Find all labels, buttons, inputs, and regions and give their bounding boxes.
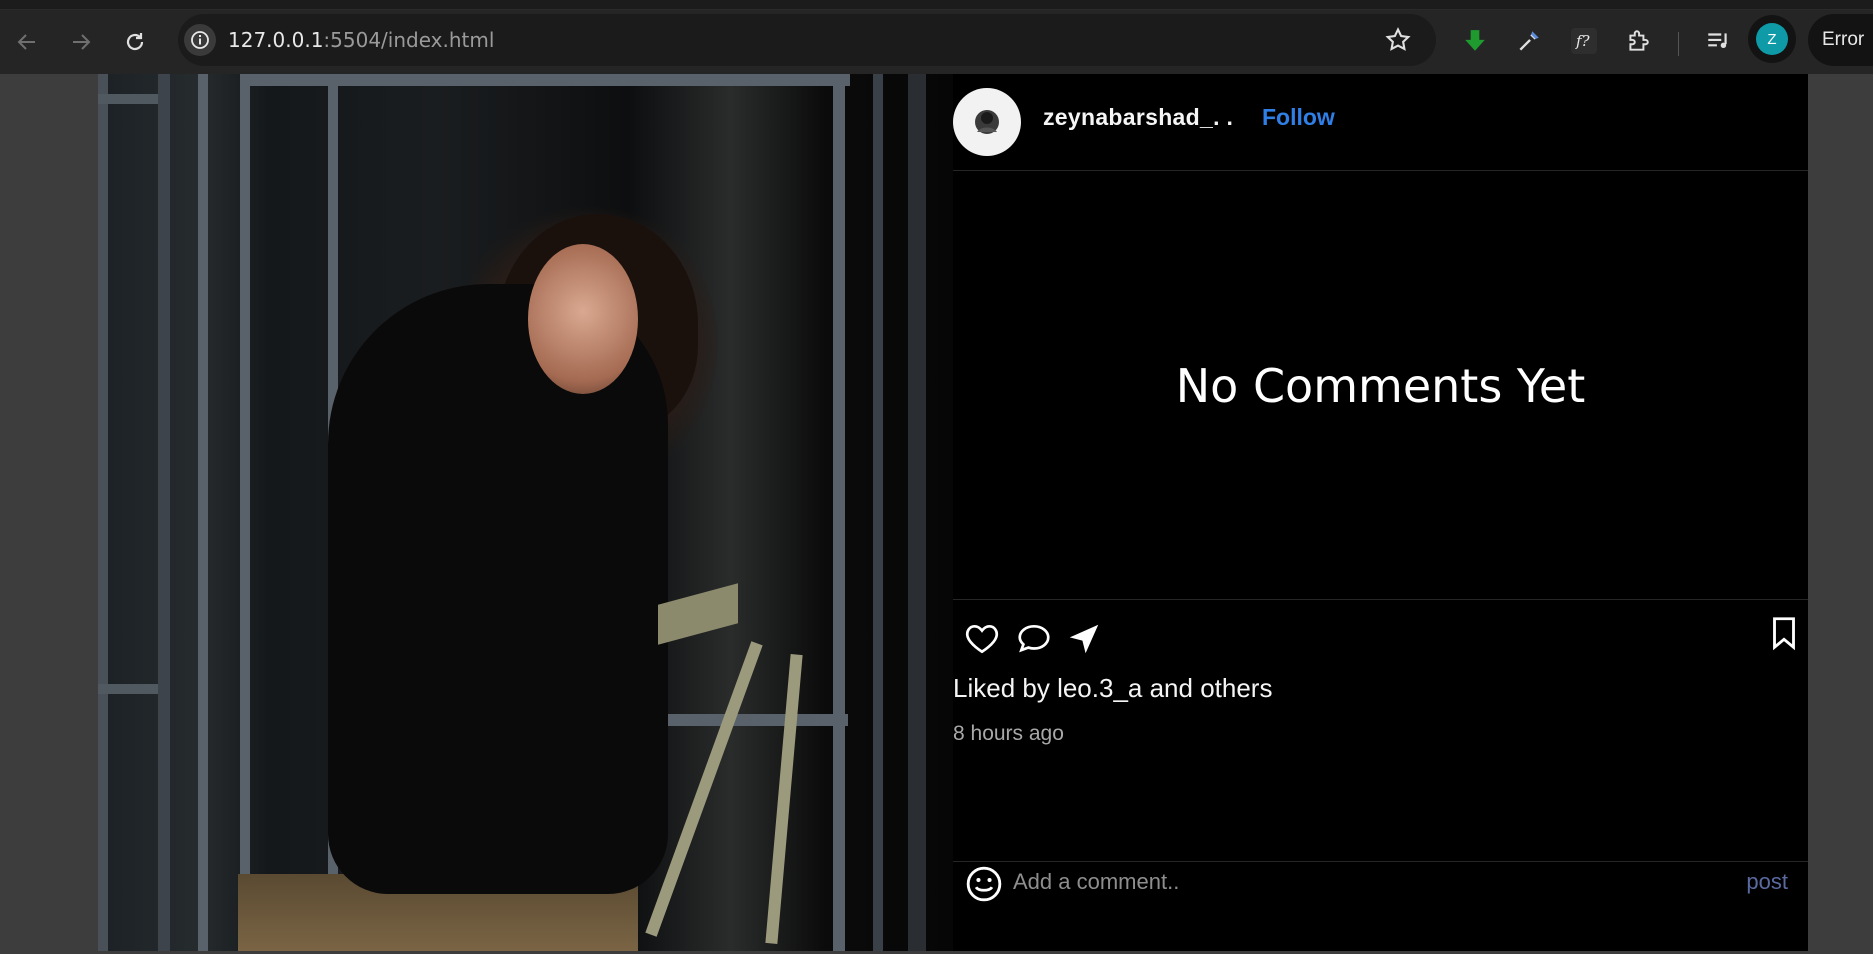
comment-bar: Add a comment.. post (953, 861, 1808, 951)
window-top-edge (0, 0, 1873, 10)
url-path: :5504/index.html (323, 28, 495, 52)
url-host: 127.0.0.1 (228, 28, 324, 52)
username[interactable]: zeynabarshad_. . (1043, 104, 1233, 131)
svg-text:f?: f? (1575, 32, 1591, 50)
info-icon[interactable] (184, 24, 216, 56)
extensions-button[interactable] (1623, 26, 1653, 56)
download-extension[interactable] (1460, 26, 1490, 56)
page-content: zeynabarshad_. . Follow No Comments Yet … (0, 74, 1873, 954)
reading-list-icon (1708, 33, 1727, 49)
forward-icon (73, 34, 91, 50)
back-button[interactable] (0, 15, 54, 69)
follow-button[interactable]: Follow (1262, 104, 1335, 131)
bookmark-icon[interactable] (1765, 614, 1803, 652)
bookmark-star-icon[interactable] (1384, 26, 1412, 54)
reading-list-button[interactable] (1703, 26, 1733, 56)
font-identifier-extension[interactable]: f? (1569, 26, 1599, 56)
browser-toolbar: 127.0.0.1:5504/index.html f? Z Error (0, 10, 1873, 74)
post-modal: zeynabarshad_. . Follow No Comments Yet … (98, 74, 1808, 951)
post-image (98, 74, 953, 951)
error-badge[interactable]: Error (1808, 14, 1873, 66)
heart-icon[interactable] (963, 620, 1001, 658)
empty-comments-message: No Comments Yet (1175, 358, 1586, 413)
extensions-icon (1629, 30, 1649, 51)
likes-summary[interactable]: Liked by leo.3_a and others (953, 673, 1272, 704)
forward-button[interactable] (54, 15, 108, 69)
font-identifier-icon: f? (1571, 28, 1597, 54)
profile-avatar[interactable]: Z (1756, 23, 1788, 55)
comment-input[interactable]: Add a comment.. (1013, 869, 1179, 895)
post-details-panel: zeynabarshad_. . Follow No Comments Yet … (953, 74, 1808, 951)
reload-icon (126, 33, 144, 51)
avatar-illustration-icon (975, 110, 999, 134)
address-bar[interactable]: 127.0.0.1:5504/index.html (178, 14, 1436, 66)
url-text[interactable]: 127.0.0.1:5504/index.html (228, 28, 494, 52)
post-comment-button[interactable]: post (1746, 869, 1788, 895)
share-icon[interactable] (1065, 620, 1103, 658)
toolbar-separator (1678, 32, 1679, 56)
reload-button[interactable] (108, 15, 162, 69)
download-icon (1465, 30, 1485, 51)
user-avatar[interactable] (953, 88, 1021, 156)
eyedropper-extension[interactable] (1514, 26, 1544, 56)
eyedropper-icon (1519, 31, 1539, 51)
post-actions: Liked by leo.3_a and others 8 hours ago (953, 599, 1808, 879)
back-icon (17, 34, 35, 50)
emoji-icon[interactable] (965, 865, 1003, 903)
post-header: zeynabarshad_. . Follow (953, 74, 1808, 171)
post-timestamp: 8 hours ago (953, 722, 1064, 745)
comment-icon[interactable] (1015, 620, 1053, 658)
